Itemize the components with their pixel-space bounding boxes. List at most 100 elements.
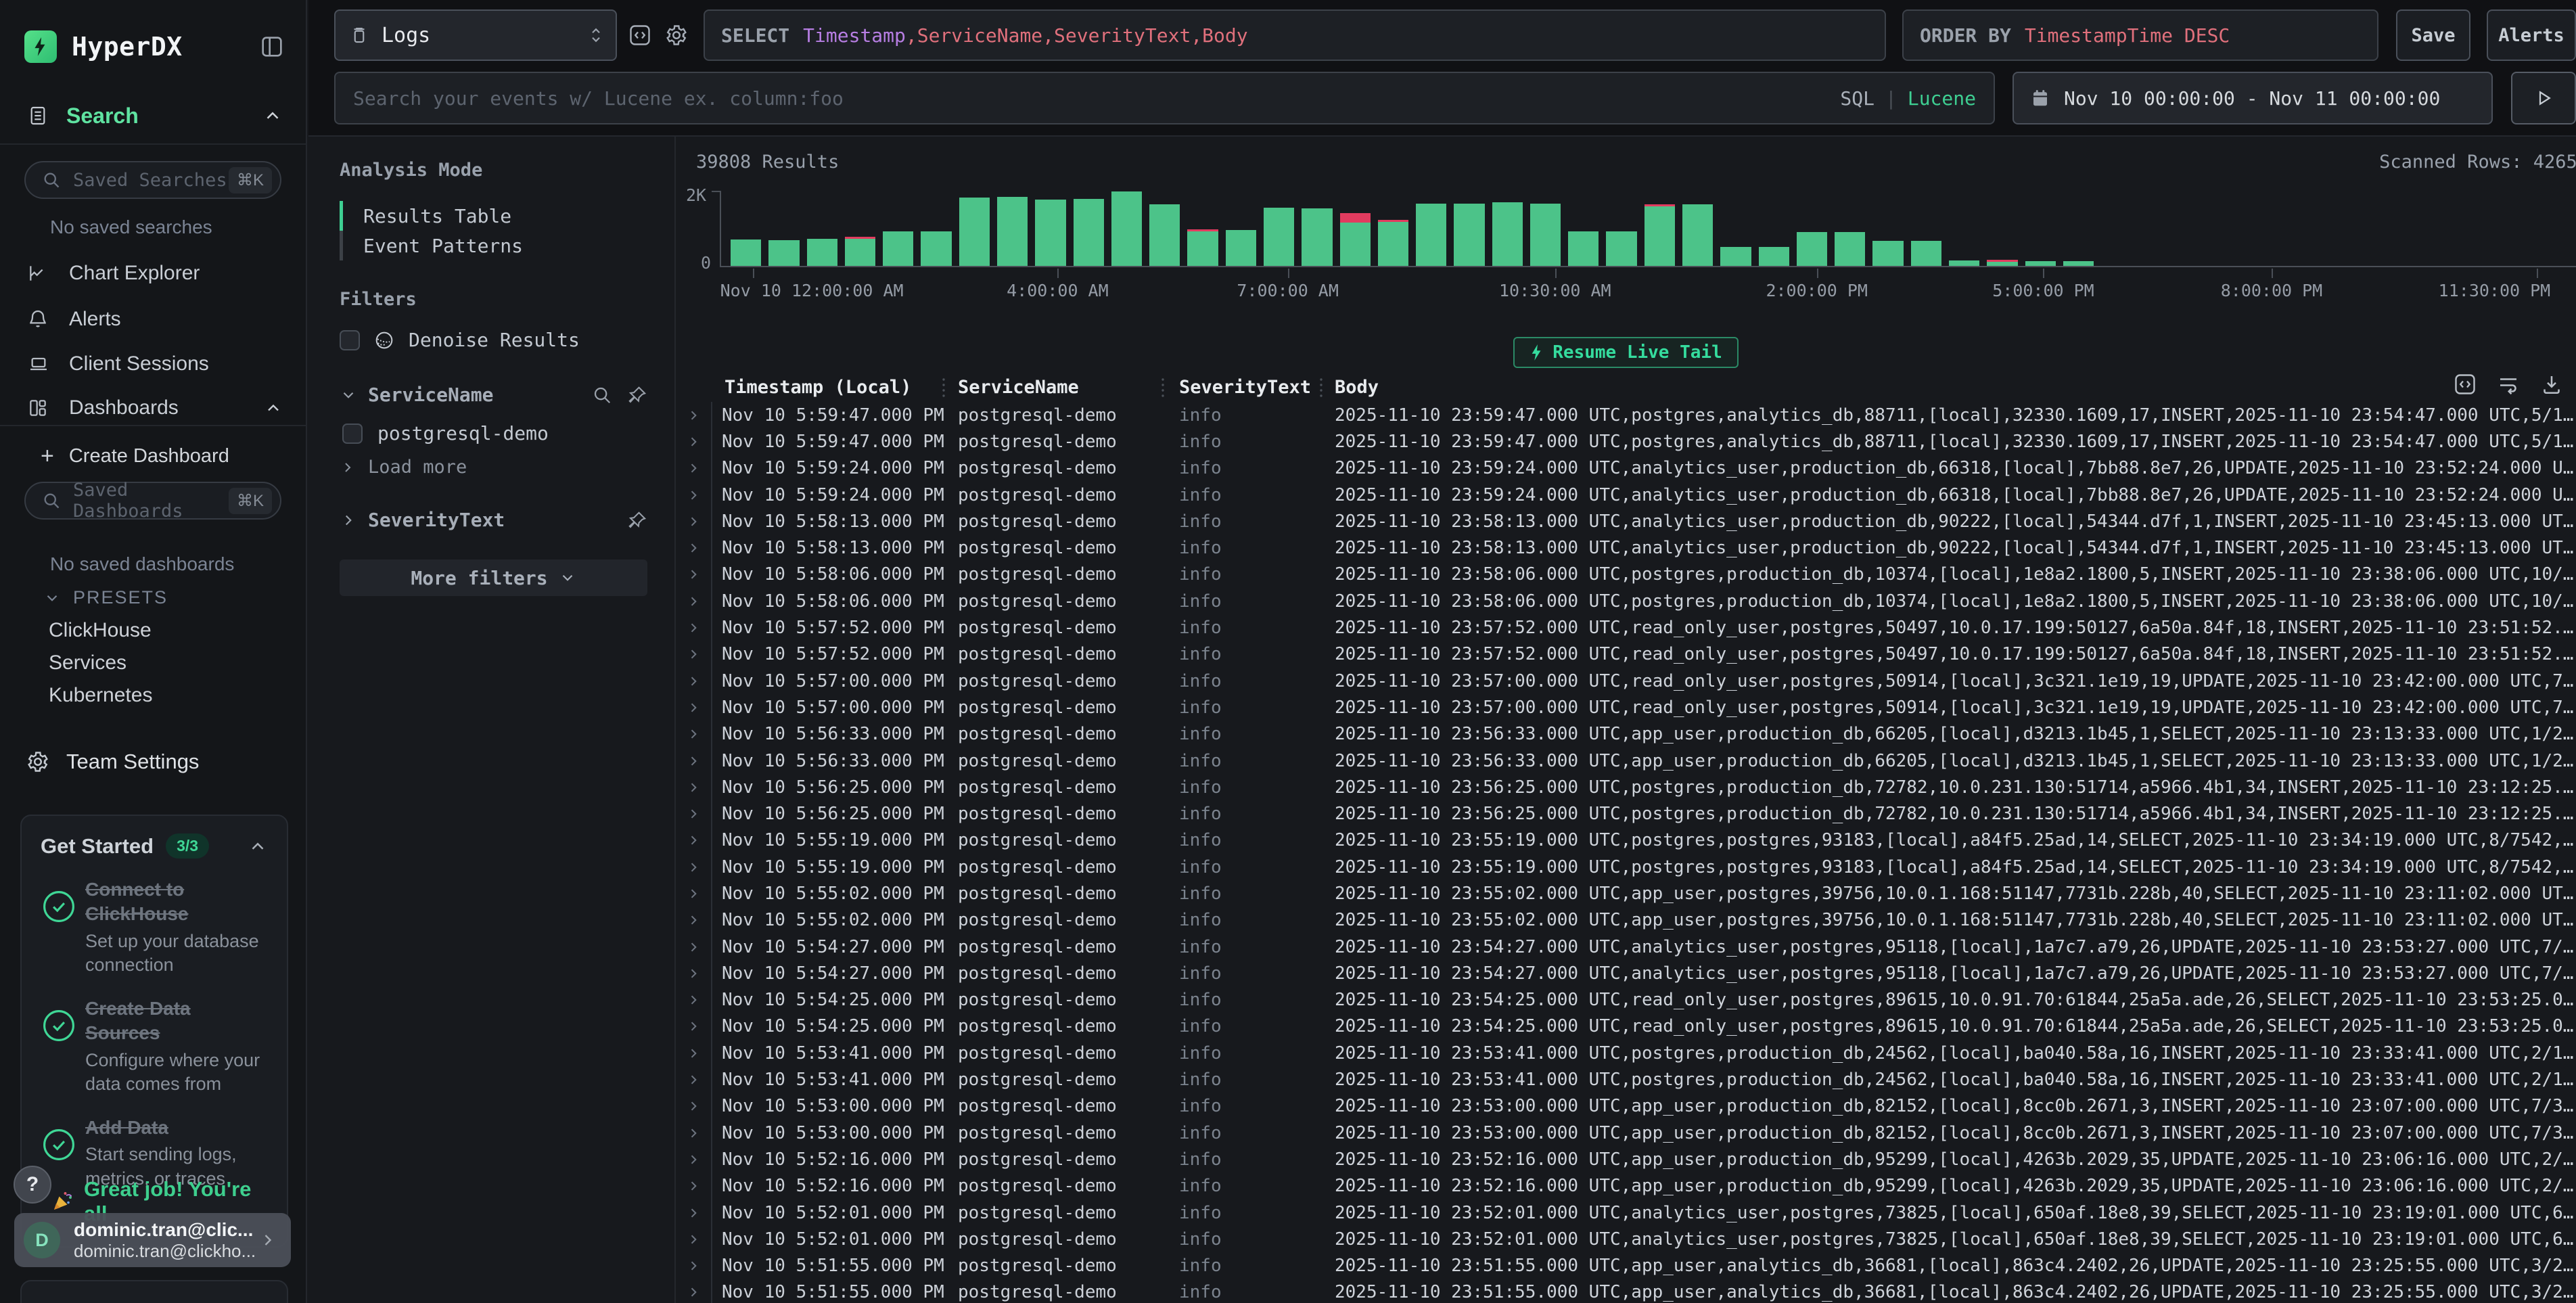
table-row[interactable]: Nov 10 5:54:27.000 PMpostgresql-demoinfo… [676, 960, 2576, 986]
histogram-bar[interactable] [2025, 261, 2056, 266]
histogram-bar[interactable] [1149, 204, 1180, 266]
histogram-bar[interactable] [1759, 247, 1789, 266]
table-row[interactable]: Nov 10 5:59:47.000 PMpostgresql-demoinfo… [676, 428, 2576, 455]
select-columns-input[interactable]: SELECTTimestamp,ServiceName,SeverityText… [704, 9, 1886, 61]
edit-source-code-button[interactable] [625, 9, 655, 61]
table-row[interactable]: Nov 10 5:58:06.000 PMpostgresql-demoinfo… [676, 562, 2576, 588]
row-expand-chevron-icon[interactable] [676, 1179, 711, 1193]
row-expand-chevron-icon[interactable] [676, 1073, 711, 1087]
source-settings-gear-button[interactable] [662, 9, 691, 61]
histogram-bar[interactable] [1606, 231, 1636, 266]
user-menu[interactable]: D dominic.tran@clic... dominic.tran@clic… [14, 1213, 291, 1267]
presets-toggle[interactable]: PRESETS [43, 587, 168, 608]
row-expand-chevron-icon[interactable] [676, 1153, 711, 1166]
row-expand-chevron-icon[interactable] [676, 461, 711, 475]
date-range-picker[interactable]: Nov 10 00:00:00 - Nov 11 00:00:00 [2013, 72, 2493, 124]
sidebar-item-client-sessions[interactable]: Client Sessions [27, 347, 283, 381]
facet-severitytext-header[interactable]: SeverityText [340, 509, 647, 531]
histogram-bar[interactable] [1987, 260, 2017, 266]
sidebar-item-team-settings[interactable]: Team Settings [26, 750, 199, 774]
row-expand-chevron-icon[interactable] [676, 807, 711, 821]
table-row[interactable]: Nov 10 5:53:00.000 PMpostgresql-demoinfo… [676, 1120, 2576, 1146]
preset-item-services[interactable]: Services [49, 652, 127, 675]
table-row[interactable]: Nov 10 5:56:25.000 PMpostgresql-demoinfo… [676, 774, 2576, 800]
histogram-bar[interactable] [1797, 232, 1827, 266]
facet-value-checkbox[interactable] [342, 424, 363, 444]
row-expand-chevron-icon[interactable] [676, 541, 711, 555]
row-expand-chevron-icon[interactable] [676, 701, 711, 714]
histogram-bar[interactable] [768, 240, 799, 266]
histogram-bar[interactable] [1835, 232, 1865, 266]
table-row[interactable]: Nov 10 5:59:47.000 PMpostgresql-demoinfo… [676, 402, 2576, 428]
preset-item-kubernetes[interactable]: Kubernetes [49, 684, 152, 707]
code-view-icon[interactable] [2453, 372, 2477, 396]
table-row[interactable]: Nov 10 5:52:16.000 PMpostgresql-demoinfo… [676, 1146, 2576, 1172]
row-expand-chevron-icon[interactable] [676, 1047, 711, 1060]
save-button[interactable]: Save [2396, 9, 2470, 61]
row-expand-chevron-icon[interactable] [676, 1020, 711, 1033]
histogram-bar[interactable] [1872, 241, 1903, 266]
help-button[interactable]: ? [14, 1166, 51, 1204]
histogram-bar[interactable] [1187, 229, 1218, 266]
row-expand-chevron-icon[interactable] [676, 621, 711, 635]
histogram-bar[interactable] [1568, 231, 1598, 266]
table-row[interactable]: Nov 10 5:58:13.000 PMpostgresql-demoinfo… [676, 534, 2576, 561]
column-resize-handle[interactable] [941, 376, 946, 399]
histogram-bar[interactable] [1074, 199, 1104, 266]
alerts-button[interactable]: Alerts [2487, 9, 2576, 61]
table-row[interactable]: Nov 10 5:56:33.000 PMpostgresql-demoinfo… [676, 748, 2576, 774]
histogram-bar[interactable] [1492, 202, 1523, 266]
row-expand-chevron-icon[interactable] [676, 488, 711, 502]
histogram-bar[interactable] [1226, 230, 1256, 266]
row-expand-chevron-icon[interactable] [676, 967, 711, 980]
orderby-input[interactable]: ORDER BYTimestampTime DESC [1902, 9, 2378, 61]
row-expand-chevron-icon[interactable] [676, 940, 711, 954]
table-row[interactable]: Nov 10 5:54:25.000 PMpostgresql-demoinfo… [676, 1013, 2576, 1040]
table-row[interactable]: Nov 10 5:53:41.000 PMpostgresql-demoinfo… [676, 1040, 2576, 1066]
facet-search-icon[interactable] [592, 385, 612, 405]
tab-event-patterns[interactable]: Event Patterns [340, 231, 647, 260]
histogram-bar[interactable] [1264, 208, 1294, 266]
histogram-bar[interactable] [1530, 204, 1561, 266]
sidebar-collapse-icon[interactable] [258, 32, 285, 62]
histogram-bar[interactable] [1340, 213, 1371, 267]
table-row[interactable]: Nov 10 5:57:00.000 PMpostgresql-demoinfo… [676, 668, 2576, 694]
histogram-bar[interactable] [1454, 204, 1484, 266]
denoise-checkbox[interactable] [340, 330, 360, 350]
column-resize-handle[interactable] [1160, 376, 1166, 399]
sidebar-item-alerts[interactable]: Alerts [27, 302, 283, 336]
histogram-bar[interactable] [1720, 247, 1751, 266]
row-expand-chevron-icon[interactable] [676, 1285, 711, 1299]
saved-searches-input[interactable]: Saved Searches ⌘K [24, 161, 281, 199]
row-expand-chevron-icon[interactable] [676, 675, 711, 688]
row-expand-chevron-icon[interactable] [676, 1259, 711, 1273]
row-expand-chevron-icon[interactable] [676, 1099, 711, 1113]
row-expand-chevron-icon[interactable] [676, 595, 711, 608]
histogram-bar[interactable] [1378, 220, 1408, 266]
preset-item-clickhouse[interactable]: ClickHouse [49, 619, 152, 642]
facet-value-postgresql-demo[interactable]: postgresql-demo [340, 422, 647, 444]
column-header-servicename[interactable]: ServiceName [951, 377, 1171, 398]
table-row[interactable]: Nov 10 5:59:24.000 PMpostgresql-demoinfo… [676, 482, 2576, 508]
table-row[interactable]: Nov 10 5:53:41.000 PMpostgresql-demoinfo… [676, 1066, 2576, 1093]
run-query-button[interactable] [2511, 72, 2576, 124]
histogram-bar[interactable] [1911, 241, 1941, 266]
table-row[interactable]: Nov 10 5:57:52.000 PMpostgresql-demoinfo… [676, 614, 2576, 641]
histogram-bar[interactable] [921, 231, 951, 266]
histogram-bar[interactable] [1111, 191, 1142, 266]
histogram-bar[interactable] [959, 198, 990, 266]
histogram-bar[interactable] [883, 231, 913, 266]
load-more-button[interactable]: Load more [340, 457, 647, 478]
row-expand-chevron-icon[interactable] [676, 1126, 711, 1140]
wrap-text-icon[interactable] [2496, 372, 2521, 396]
histogram-bar[interactable] [1682, 204, 1713, 266]
get-started-step[interactable]: Connect to ClickHouse Set up your databa… [41, 877, 268, 978]
saved-dashboards-input[interactable]: Saved Dashboards ⌘K [24, 482, 281, 520]
table-row[interactable]: Nov 10 5:56:25.000 PMpostgresql-demoinfo… [676, 800, 2576, 827]
histogram-bar[interactable] [2063, 261, 2094, 266]
row-expand-chevron-icon[interactable] [676, 1206, 711, 1220]
table-row[interactable]: Nov 10 5:54:25.000 PMpostgresql-demoinfo… [676, 987, 2576, 1013]
sidebar-item-chart-explorer[interactable]: Chart Explorer [27, 256, 283, 290]
row-expand-chevron-icon[interactable] [676, 435, 711, 449]
table-row[interactable]: Nov 10 5:52:01.000 PMpostgresql-demoinfo… [676, 1199, 2576, 1226]
